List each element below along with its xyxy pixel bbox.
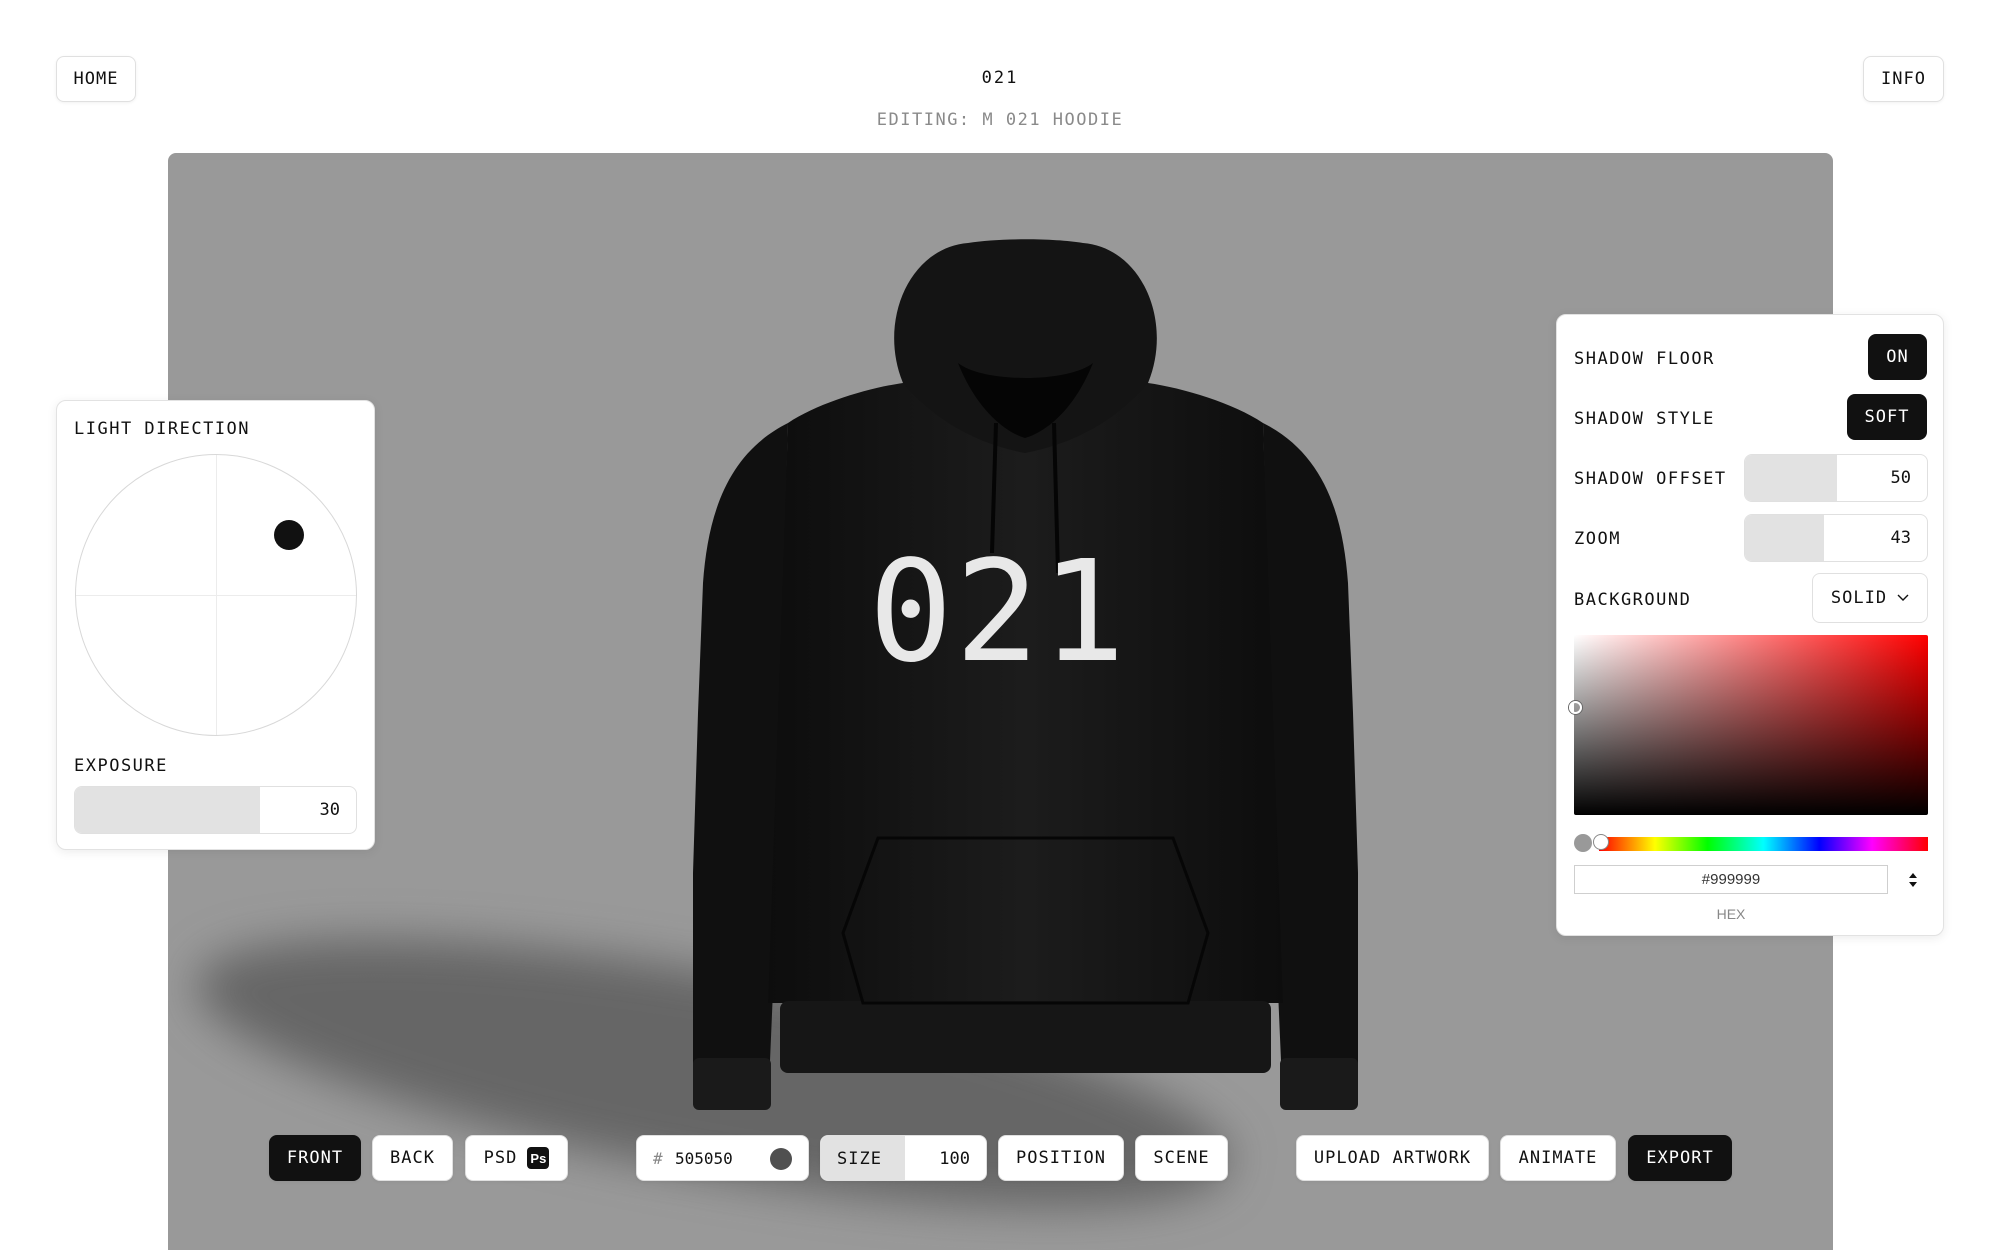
hue-slider[interactable] — [1593, 834, 1928, 851]
color-saturation-picker[interactable] — [1569, 635, 1928, 815]
back-view-button[interactable]: BACK — [372, 1135, 453, 1181]
color-format-toggle-icon[interactable] — [1903, 868, 1923, 892]
exposure-value: 30 — [319, 800, 340, 820]
upload-artwork-button[interactable]: UPLOAD ARTWORK — [1296, 1135, 1489, 1181]
scene-button[interactable]: SCENE — [1135, 1135, 1228, 1181]
photoshop-icon: Ps — [527, 1147, 550, 1169]
garment-color-input[interactable]: # 505050 — [636, 1135, 809, 1181]
size-value: 100 — [939, 1149, 970, 1169]
export-button[interactable]: EXPORT — [1628, 1135, 1732, 1181]
position-button[interactable]: POSITION — [998, 1135, 1124, 1181]
exposure-slider-fill — [75, 787, 260, 833]
zoom-label: ZOOM — [1574, 529, 1621, 549]
current-color-swatch — [1574, 834, 1592, 852]
color-picker-handle[interactable] — [1569, 701, 1582, 714]
size-slider[interactable]: SIZE 100 — [820, 1135, 987, 1181]
light-direction-panel: LIGHT DIRECTION EXPOSURE 30 — [56, 400, 375, 850]
shadow-floor-label: SHADOW FLOOR — [1574, 349, 1715, 369]
front-view-button[interactable]: FRONT — [269, 1135, 361, 1181]
psd-download-button[interactable]: PSD Ps — [465, 1135, 568, 1181]
garment-color-swatch[interactable] — [770, 1148, 792, 1170]
shadow-offset-slider[interactable]: 50 — [1744, 454, 1928, 502]
hue-slider-handle[interactable] — [1593, 834, 1609, 850]
info-button[interactable]: INFO — [1863, 56, 1944, 102]
background-mode-value: SOLID — [1830, 588, 1888, 608]
shadow-floor-toggle[interactable]: ON — [1868, 334, 1927, 380]
background-label: BACKGROUND — [1574, 590, 1692, 610]
shadow-offset-label: SHADOW OFFSET — [1574, 469, 1727, 489]
pad-axis-vertical — [216, 455, 217, 735]
shadow-offset-value: 50 — [1890, 468, 1911, 488]
editing-subtitle: EDITING: M 021 HOODIE — [876, 110, 1124, 130]
light-direction-pad[interactable] — [75, 454, 357, 736]
zoom-value: 43 — [1890, 528, 1911, 548]
exposure-label: EXPOSURE — [74, 756, 168, 776]
light-direction-label: LIGHT DIRECTION — [74, 419, 251, 439]
shadow-style-label: SHADOW STYLE — [1574, 409, 1715, 429]
psd-label: PSD — [483, 1148, 518, 1168]
hoodie-print-text[interactable]: 021 — [848, 543, 1148, 683]
light-direction-handle[interactable] — [274, 520, 304, 550]
hex-format-label: HEX — [1716, 906, 1746, 922]
size-label: SIZE — [837, 1149, 882, 1169]
hash-symbol: # — [653, 1149, 663, 1168]
exposure-slider[interactable]: 30 — [74, 786, 357, 834]
background-mode-select[interactable]: SOLID — [1812, 573, 1928, 623]
scene-settings-panel: SHADOW FLOOR ON SHADOW STYLE SOFT SHADOW… — [1556, 314, 1944, 936]
hex-color-input[interactable] — [1574, 865, 1888, 894]
shadow-style-toggle[interactable]: SOFT — [1847, 394, 1927, 440]
chevron-down-icon — [1897, 594, 1909, 601]
shadow-offset-fill — [1745, 455, 1837, 501]
page-title: 021 — [981, 68, 1019, 88]
zoom-fill — [1745, 515, 1824, 561]
zoom-slider[interactable]: 43 — [1744, 514, 1928, 562]
animate-button[interactable]: ANIMATE — [1500, 1135, 1616, 1181]
garment-color-hex: 505050 — [675, 1149, 733, 1168]
